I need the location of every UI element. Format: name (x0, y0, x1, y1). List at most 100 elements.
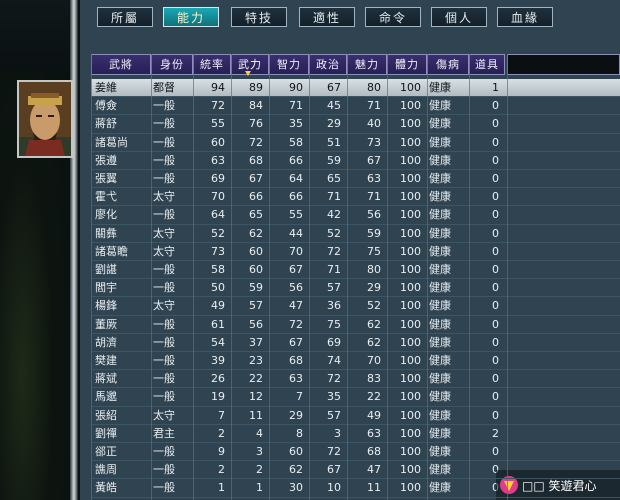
tab-6[interactable]: 個人 (431, 7, 487, 27)
cell-4: 57 (249, 299, 263, 313)
tab-7[interactable]: 血緣 (497, 7, 553, 27)
cell-3: 50 (211, 281, 225, 295)
cell-10: 0 (492, 117, 499, 131)
cell-6: 65 (327, 172, 341, 185)
cell-9: 健康 (429, 317, 451, 331)
row-divider (91, 241, 620, 243)
cell-2: 一般 (153, 135, 175, 149)
row-divider (91, 369, 620, 371)
cell-9: 健康 (429, 81, 451, 94)
column-header-7[interactable]: 魅力 (347, 54, 387, 75)
column-header-8[interactable]: 體力 (387, 54, 427, 75)
column-header-1[interactable]: 武將 (91, 54, 151, 75)
cell-9: 健康 (429, 390, 451, 404)
cell-9: 健康 (429, 408, 451, 422)
table-row[interactable]: 閻宇 一般 50 59 56 57 29 100 健康 0 (91, 279, 620, 297)
table-row[interactable]: 張翼 一般 69 67 64 65 63 100 健康 0 (91, 170, 620, 188)
cell-1: 董厥 (95, 317, 117, 331)
column-header-9[interactable]: 傷病 (427, 54, 469, 75)
column-header-3[interactable]: 統率 (193, 54, 231, 75)
table-row[interactable]: 關彝 太守 52 62 44 52 59 100 健康 0 (91, 225, 620, 243)
cell-5: 66 (289, 190, 303, 204)
cell-8: 100 (400, 190, 421, 204)
cell-4: 23 (249, 354, 263, 367)
cell-6: 57 (327, 408, 341, 422)
tab-1[interactable]: 所屬 (97, 7, 153, 27)
cell-6: 74 (327, 354, 341, 367)
cell-3: 70 (211, 190, 225, 204)
table-row[interactable]: 諸葛瞻 太守 73 60 70 72 75 100 健康 0 (91, 243, 620, 261)
cell-7: 11 (367, 481, 381, 495)
cell-8: 100 (400, 426, 421, 440)
cell-4: 37 (249, 335, 263, 349)
table-row[interactable]: 劉禪 君主 2 4 8 3 63 100 健康 2 (91, 425, 620, 443)
cell-1: 傅僉 (95, 99, 117, 113)
cell-3: 1 (218, 481, 225, 495)
column-divider (151, 54, 152, 500)
cell-10: 0 (492, 190, 499, 204)
table-row[interactable]: 張遵 一般 63 68 66 59 67 100 健康 0 (91, 152, 620, 170)
cell-9: 健康 (429, 354, 451, 367)
panel-border (70, 0, 78, 500)
table-row[interactable]: 張紹 太守 7 11 29 57 49 100 健康 0 (91, 407, 620, 425)
cell-5: 70 (289, 244, 303, 258)
cell-4: 60 (249, 244, 263, 258)
table-row[interactable]: 胡濟 一般 54 37 67 69 62 100 健康 0 (91, 334, 620, 352)
row-divider (91, 187, 620, 189)
cell-2: 一般 (153, 172, 175, 185)
table-row[interactable]: 蔣斌 一般 26 22 63 72 83 100 健康 0 (91, 370, 620, 388)
tab-2[interactable]: 能力 (163, 7, 219, 27)
cell-8: 100 (400, 117, 421, 131)
cell-5: 7 (296, 390, 303, 404)
row-divider (91, 478, 620, 480)
cell-5: 71 (289, 99, 303, 113)
column-divider (269, 54, 270, 500)
table-row[interactable]: 霍弋 太守 70 66 66 71 71 100 健康 0 (91, 188, 620, 206)
cell-4: 72 (249, 135, 263, 149)
cell-4: 56 (249, 317, 263, 331)
cell-1: 譙周 (95, 463, 117, 477)
table-row[interactable]: 劉諶 一般 58 60 67 71 80 100 健康 0 (91, 261, 620, 279)
column-header-5[interactable]: 智力 (269, 54, 309, 75)
cell-2: 一般 (153, 208, 175, 222)
cell-1: 姜維 (95, 81, 117, 94)
column-divider (309, 54, 310, 500)
cell-4: 3 (256, 445, 263, 458)
table-row[interactable]: 姜維 都督 94 89 90 67 80 100 健康 1 (91, 79, 620, 97)
cell-3: 94 (211, 81, 225, 94)
table-row[interactable]: 楊鋒 太守 49 57 47 36 52 100 健康 0 (91, 297, 620, 315)
cell-9: 健康 (429, 226, 451, 240)
cell-5: 55 (289, 208, 303, 222)
column-header-6[interactable]: 政治 (309, 54, 347, 75)
table-row[interactable]: 諸葛尚 一般 60 72 58 51 73 100 健康 0 (91, 134, 620, 152)
cell-5: 63 (289, 372, 303, 386)
table-row[interactable]: 董厥 一般 61 56 72 75 62 100 健康 0 (91, 316, 620, 334)
cell-9: 健康 (429, 372, 451, 386)
general-portrait[interactable] (17, 80, 73, 158)
cell-9: 健康 (429, 299, 451, 313)
row-divider (91, 332, 620, 334)
cell-1: 劉禪 (95, 426, 117, 440)
column-divider (387, 54, 388, 500)
tab-3[interactable]: 特技 (231, 7, 287, 27)
column-header-2[interactable]: 身份 (151, 54, 193, 75)
cell-1: 樊建 (95, 354, 117, 367)
cell-2: 一般 (153, 390, 175, 404)
table-row[interactable]: 馬邈 一般 19 12 7 35 22 100 健康 0 (91, 388, 620, 406)
cell-1: 黃皓 (95, 481, 117, 495)
column-header-10[interactable]: 道具 (469, 54, 505, 75)
tab-5[interactable]: 命令 (365, 7, 421, 27)
table-row[interactable]: 郤正 一般 9 3 60 72 68 100 健康 0 (91, 443, 620, 461)
table-row[interactable]: 樊建 一般 39 23 68 74 70 100 健康 0 (91, 352, 620, 370)
cell-2: 太守 (153, 408, 175, 422)
table-row[interactable]: 蔣舒 一般 55 76 35 29 40 100 健康 0 (91, 115, 620, 133)
cell-3: 39 (211, 354, 225, 367)
cell-10: 0 (492, 372, 499, 386)
cell-1: 張遵 (95, 153, 117, 167)
cell-10: 0 (492, 263, 499, 276)
cell-8: 100 (400, 226, 421, 240)
cell-5: 60 (289, 445, 303, 458)
table-row[interactable]: 廖化 一般 64 65 55 42 56 100 健康 0 (91, 206, 620, 224)
table-row[interactable]: 傅僉 一般 72 84 71 45 71 100 健康 0 (91, 97, 620, 115)
tab-4[interactable]: 適性 (299, 7, 355, 27)
